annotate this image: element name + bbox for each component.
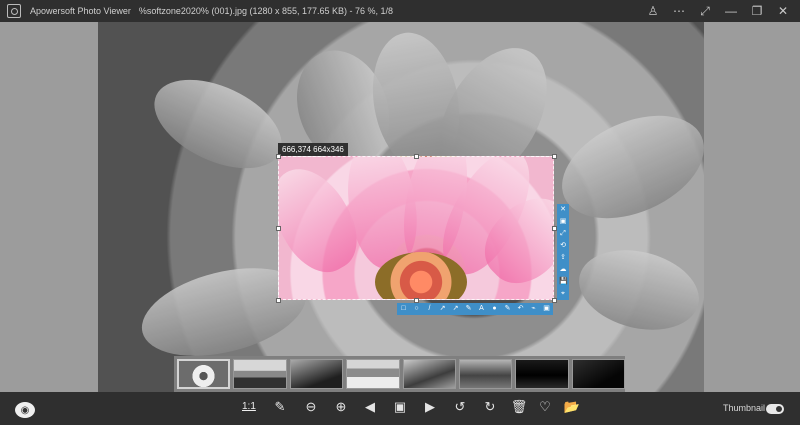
thumbnail-1-flower[interactable] <box>177 359 231 389</box>
thumbnail-strip <box>174 356 626 392</box>
cloud-icon[interactable]: ☁ <box>559 266 567 274</box>
thumbnail-3-mountain[interactable] <box>289 359 344 389</box>
drop-icon[interactable]: ● <box>491 305 499 313</box>
screenshot-selection[interactable] <box>278 156 554 300</box>
actual-size-button[interactable]: 1:1 <box>242 401 260 412</box>
expand-icon[interactable]: ⤢ <box>559 230 567 238</box>
save-icon[interactable]: 💾 <box>559 278 568 286</box>
copy-icon[interactable]: ▣ <box>559 218 567 226</box>
rotate-right-icon[interactable]: ↻ <box>481 398 499 416</box>
selection-size-label: 666,374 664x346 <box>278 143 348 156</box>
zoom-in-icon[interactable]: ⊕ <box>332 398 350 416</box>
thumbnail-8-night[interactable] <box>571 359 626 389</box>
user-icon[interactable]: ♙ <box>640 0 666 22</box>
resize-handle-top[interactable] <box>414 154 419 159</box>
resize-handle-top-right[interactable] <box>552 154 557 159</box>
thumbnail-5-landscape[interactable] <box>402 359 456 389</box>
delete-icon[interactable]: 🗑 <box>510 398 528 416</box>
open-folder-icon[interactable]: 📂 <box>563 398 581 416</box>
edit-icon[interactable]: ✎ <box>271 398 289 416</box>
resize-handle-top-left[interactable] <box>276 154 281 159</box>
thumbnail-4-forest[interactable] <box>346 359 400 389</box>
wand-icon[interactable]: ⌁ <box>530 305 538 313</box>
curve-arrow-icon[interactable]: ↗ <box>452 305 460 313</box>
left-canvas-margin <box>0 22 98 392</box>
annotation-toolbar: □ ○ / ↗ ↗ ✎ A ● ✎ ↶ ⌁ ▣ <box>397 303 553 315</box>
thumbnail-6-bridge[interactable] <box>458 359 513 389</box>
resize-handle-left[interactable] <box>276 226 281 231</box>
previous-icon[interactable]: ◀ <box>361 398 379 416</box>
rotate-left-icon[interactable]: ↺ <box>451 398 469 416</box>
thumbnail-7-dark[interactable] <box>515 359 569 389</box>
right-canvas-margin <box>704 22 800 392</box>
text-icon[interactable]: A <box>478 305 486 313</box>
close-icon[interactable]: ✕ <box>559 206 567 214</box>
next-icon[interactable]: ▶ <box>421 398 439 416</box>
window-title: Apowersoft Photo Viewer %softzone2020% (0… <box>30 6 393 16</box>
zoom-out-icon[interactable]: ⊖ <box>302 398 320 416</box>
slideshow-icon[interactable]: ▣ <box>391 398 409 416</box>
close-icon[interactable]: ✕ <box>770 0 796 22</box>
upload-icon[interactable]: ⇪ <box>559 254 567 262</box>
thumbnail-label: Thumbnail <box>723 403 766 413</box>
share-icon[interactable]: ⟲ <box>559 242 567 250</box>
screenshot-side-toolbar: ✕ ▣ ⤢ ⟲ ⇪ ☁ 💾 ⌖ <box>557 204 569 300</box>
window-controls: ♙ ⋯ ⤢ — ❐ ✕ <box>640 0 796 22</box>
line-icon[interactable]: / <box>426 305 434 313</box>
favorite-icon[interactable]: ♡ <box>536 398 554 416</box>
app-name: Apowersoft Photo Viewer <box>30 6 131 16</box>
restore-icon[interactable]: ❐ <box>744 0 770 22</box>
fullscreen-icon[interactable]: ⤢ <box>692 0 718 22</box>
camera-icon[interactable]: ◉ <box>15 402 35 418</box>
thumbnail-2-beach[interactable] <box>233 359 287 389</box>
minimize-icon[interactable]: — <box>718 0 744 22</box>
pin-icon[interactable]: ⌖ <box>559 290 567 298</box>
thumbnail-toggle[interactable] <box>766 404 784 414</box>
file-info: %softzone2020% (001).jpg (1280 x 855, 17… <box>138 6 394 16</box>
image-icon[interactable]: ▣ <box>543 305 551 313</box>
more-icon[interactable]: ⋯ <box>666 0 692 22</box>
title-bar: Apowersoft Photo Viewer %softzone2020% (0… <box>0 0 800 22</box>
pen-icon[interactable]: ✎ <box>465 305 473 313</box>
app-icon <box>7 4 21 18</box>
rectangle-icon[interactable]: □ <box>400 305 408 313</box>
undo-icon[interactable]: ↶ <box>517 305 525 313</box>
arrow-icon[interactable]: ↗ <box>439 305 447 313</box>
ellipse-icon[interactable]: ○ <box>413 305 421 313</box>
marker-icon[interactable]: ✎ <box>504 305 512 313</box>
resize-handle-bottom-left[interactable] <box>276 298 281 303</box>
